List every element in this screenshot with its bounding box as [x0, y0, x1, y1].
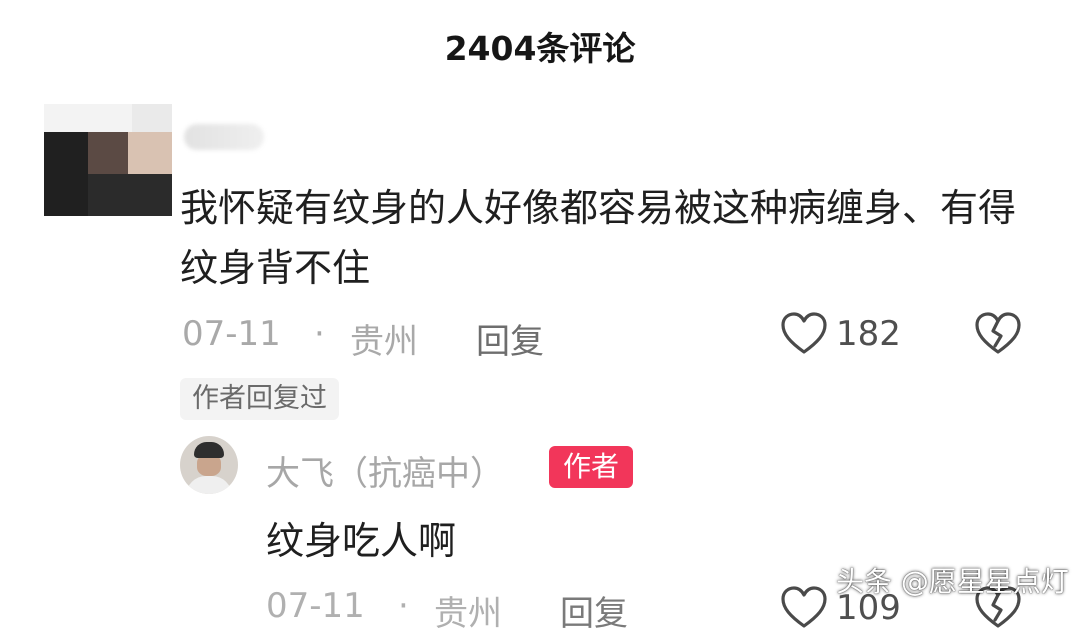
username-blurred[interactable]: [184, 124, 264, 150]
avatar[interactable]: [44, 104, 172, 216]
like-count: 182: [836, 314, 901, 354]
comment-date: 07-11: [182, 314, 281, 354]
comment-text: 我怀疑有纹身的人好像都容易被这种病缠身、有得纹身背不住: [180, 186, 1017, 290]
author-badge: 作者: [549, 446, 633, 488]
reply-location: 贵州: [434, 594, 502, 634]
broken-heart-icon: [975, 312, 1021, 354]
author-avatar[interactable]: [180, 436, 238, 494]
comment-meta: 07-11 · 贵州 回复: [182, 312, 1042, 362]
reply-date: 07-11: [266, 586, 365, 626]
comment-location: 贵州: [350, 322, 418, 362]
heart-icon: [781, 312, 827, 354]
watermark: 头条 @愿星星点灯: [836, 565, 1069, 598]
heart-icon: [781, 586, 827, 628]
meta-separator: ·: [398, 586, 409, 626]
dislike-button[interactable]: [974, 312, 1022, 360]
meta-separator: ·: [314, 314, 325, 354]
reply-text: 纹身吃人啊: [266, 519, 457, 563]
page-title: 2404条评论: [444, 29, 636, 68]
reply-reply-button[interactable]: 回复: [560, 586, 628, 635]
author-replied-tag: 作者回复过: [180, 378, 339, 420]
reply-button[interactable]: 回复: [476, 314, 544, 363]
reply-username[interactable]: 大飞（抗癌中）: [266, 446, 504, 495]
